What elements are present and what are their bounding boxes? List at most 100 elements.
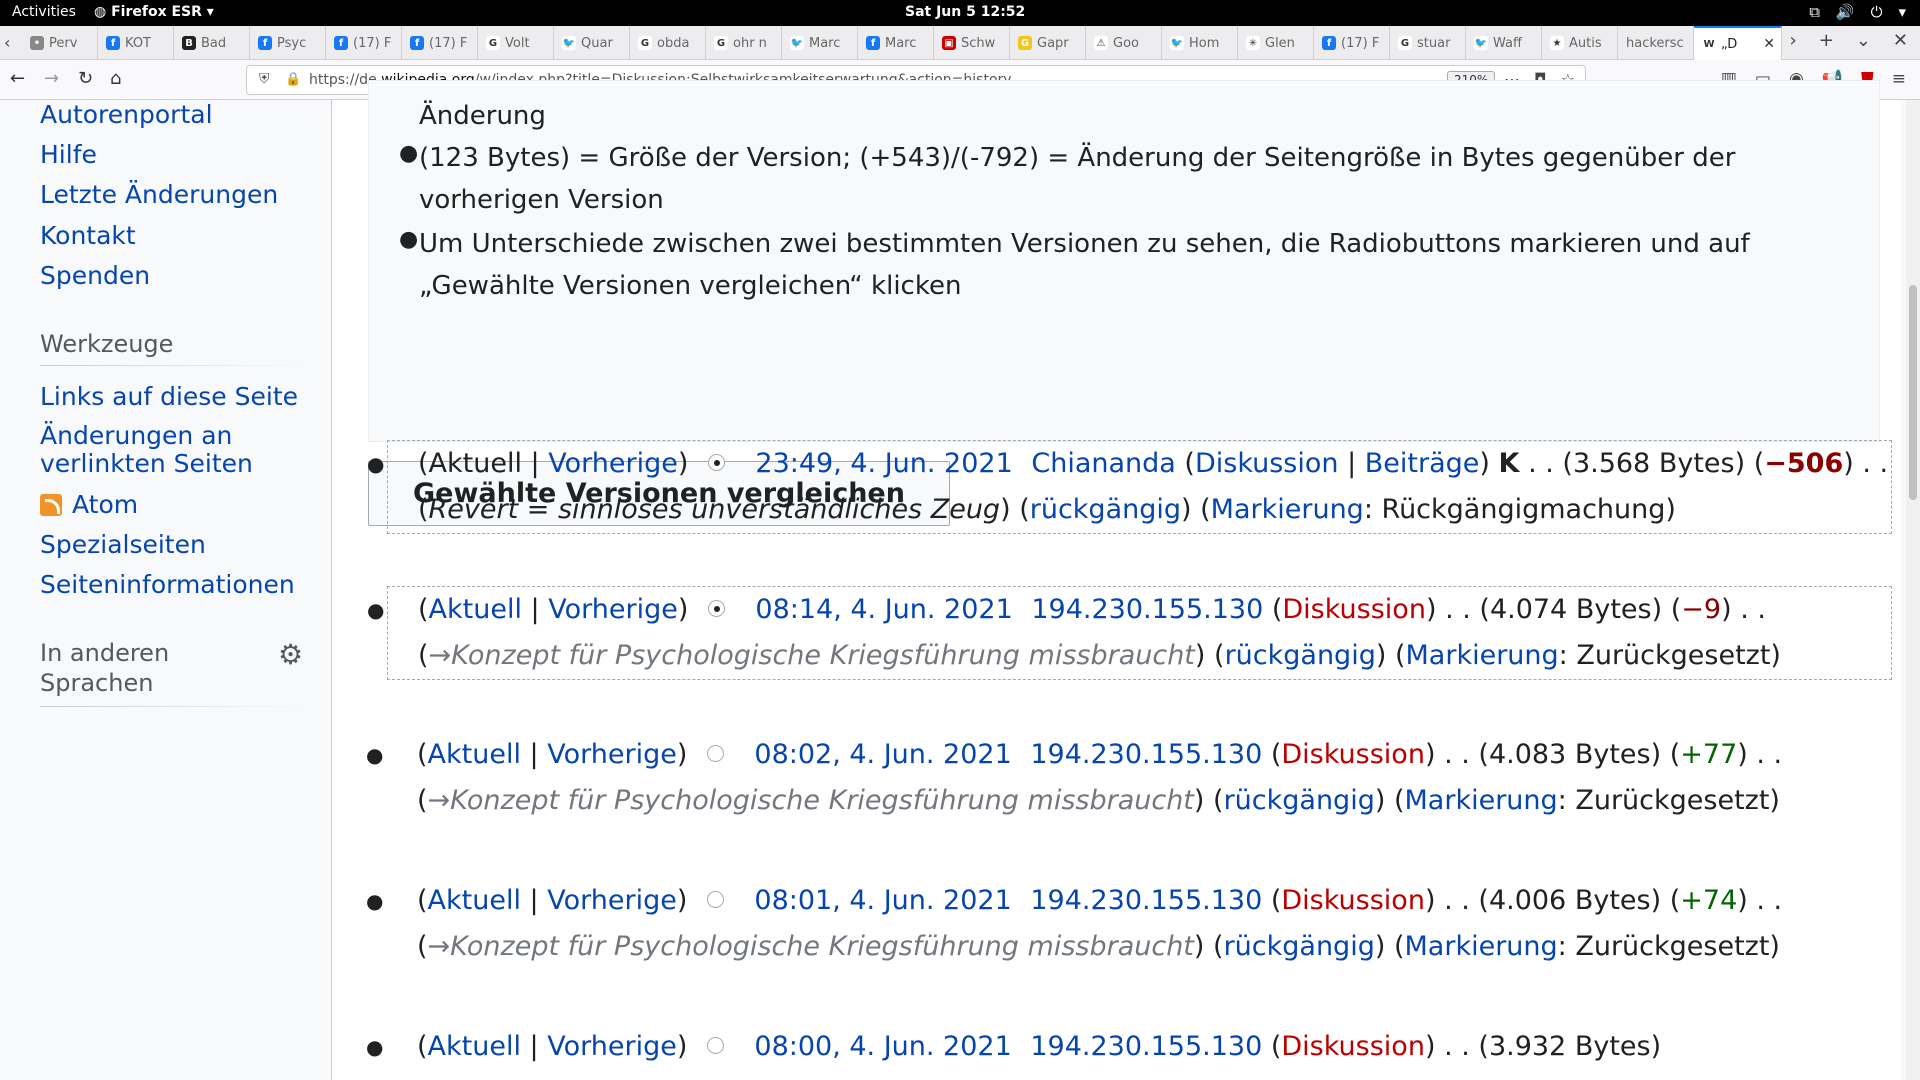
tag-link[interactable]: Markierung — [1405, 931, 1558, 962]
vorherige-link[interactable]: Vorherige — [548, 448, 678, 479]
aktuell-link[interactable]: Aktuell — [428, 739, 521, 770]
tag-link[interactable]: Markierung — [1406, 640, 1559, 671]
tracking-shield-icon[interactable]: ⛨ — [259, 71, 270, 87]
user-talk-link[interactable]: Diskussion — [1281, 1031, 1425, 1062]
activities-button[interactable]: Activities — [12, 4, 76, 20]
edit-comment: →Konzept für Psychologische Kriegsführun… — [427, 785, 1194, 816]
list-bullet: ● — [366, 1035, 384, 1059]
tab-active[interactable]: W „D ✕ — [1694, 26, 1782, 60]
tab-label: Volt — [505, 35, 530, 51]
app-menu[interactable]: ◍ Firefox ESR ▾ — [94, 4, 214, 20]
sidebar-item-spezialseiten[interactable]: Spezialseiten — [40, 530, 206, 559]
tab[interactable]: • Perv — [22, 26, 98, 60]
revision-date-link[interactable]: 08:02, 4. Jun. 2021 — [754, 739, 1011, 770]
revision-date-link[interactable]: 08:00, 4. Jun. 2021 — [754, 1031, 1011, 1062]
sidebar-item-letzte-aenderungen[interactable]: Letzte Änderungen — [40, 180, 278, 209]
tab[interactable]: ⚠ Goo — [1086, 26, 1162, 60]
scrollbar-thumb[interactable] — [1909, 285, 1917, 500]
undo-link[interactable]: rückgängig — [1224, 931, 1375, 962]
user-link[interactable]: Chiananda — [1031, 448, 1175, 479]
home-button[interactable]: ⌂ — [110, 68, 121, 89]
user-talk-link[interactable]: Diskussion — [1282, 594, 1426, 625]
undo-link[interactable]: rückgängig — [1030, 494, 1181, 525]
history-row: ● (Aktuell | Vorherige) 08:02, 4. Jun. 202… — [366, 732, 1892, 824]
tab[interactable]: ★ Autis — [1542, 26, 1618, 60]
revision-date-link[interactable]: 08:01, 4. Jun. 2021 — [754, 885, 1011, 916]
history-row-text: (Aktuell | Vorherige) 08:00, 4. Jun. 2021… — [417, 1031, 1662, 1062]
sidebar-item-aenderungen-verlinkt[interactable]: Änderungen an verlinkten Seiten — [40, 422, 300, 478]
user-talk-link[interactable]: Diskussion — [1281, 885, 1425, 916]
sidebar-item-atom[interactable]: Atom — [40, 490, 138, 519]
undo-link[interactable]: rückgängig — [1225, 640, 1376, 671]
clock[interactable]: Sat Jun 5 12:52 — [905, 4, 1025, 20]
version-radio-button[interactable] — [707, 891, 725, 908]
vorherige-link[interactable]: Vorherige — [548, 594, 678, 625]
list-bullet: ● — [366, 889, 384, 913]
tab[interactable]: f KOT — [98, 26, 174, 60]
tab[interactable]: 🐦 Hom — [1162, 26, 1238, 60]
all-tabs-button[interactable]: ⌄ — [1856, 30, 1871, 51]
tag-link[interactable]: Markierung — [1405, 785, 1558, 816]
undo-link[interactable]: rückgängig — [1224, 785, 1375, 816]
version-radio-button[interactable] — [707, 745, 725, 762]
new-tab-button[interactable]: + — [1819, 30, 1834, 51]
user-link[interactable]: 194.230.155.130 — [1031, 594, 1263, 625]
tab[interactable]: 🐦 Marc — [782, 26, 858, 60]
aktuell-link[interactable]: Aktuell — [428, 1031, 521, 1062]
sidebar-item-seiteninformationen[interactable]: Seiteninformationen — [40, 570, 295, 599]
tab[interactable]: ✳ Glen — [1238, 26, 1314, 60]
tab[interactable]: G Gapr — [1010, 26, 1086, 60]
sidebar-item-links-auf-diese-seite[interactable]: Links auf diese Seite — [40, 382, 298, 411]
tab[interactable]: f Psyc — [250, 26, 326, 60]
lock-icon[interactable]: 🔒 — [285, 72, 301, 87]
tab-label: obda — [657, 35, 690, 51]
tab[interactable]: 🐦 Waff — [1466, 26, 1542, 60]
tab[interactable]: f Marc — [858, 26, 934, 60]
back-button[interactable]: ← — [10, 68, 25, 89]
tab[interactable]: f (17) F — [326, 26, 402, 60]
user-link[interactable]: 194.230.155.130 — [1030, 885, 1262, 916]
vorherige-link[interactable]: Vorherige — [547, 1031, 677, 1062]
sidebar-item-hilfe[interactable]: Hilfe — [40, 140, 97, 169]
aktuell-link[interactable]: Aktuell — [428, 885, 521, 916]
sidebar-item-autorenportal[interactable]: Autorenportal — [40, 100, 213, 129]
sidebar-item-spenden[interactable]: Spenden — [40, 261, 150, 290]
close-tab-icon[interactable]: ✕ — [1763, 36, 1775, 52]
revision-date-link[interactable]: 23:49, 4. Jun. 2021 — [755, 448, 1012, 479]
tag-link[interactable]: Markierung — [1211, 494, 1364, 525]
gear-icon[interactable]: ⚙ — [278, 638, 303, 671]
version-radio-button[interactable] — [708, 600, 726, 617]
tab[interactable]: f (17) F — [1314, 26, 1390, 60]
tab[interactable]: Gohr n — [706, 26, 782, 60]
page-scrollbar[interactable] — [1906, 100, 1920, 1080]
tab-scroll-right-button[interactable]: › — [1790, 30, 1797, 51]
tab[interactable]: B Bad — [174, 26, 250, 60]
user-link[interactable]: 194.230.155.130 — [1030, 739, 1262, 770]
vorherige-link[interactable]: Vorherige — [547, 739, 677, 770]
version-radio-button[interactable] — [707, 1037, 725, 1054]
tab[interactable]: f (17) F — [402, 26, 478, 60]
google-icon: G — [638, 36, 652, 50]
reload-button[interactable]: ↻ — [78, 68, 93, 89]
aktuell-link[interactable]: Aktuell — [429, 594, 522, 625]
tab[interactable]: Gstuar — [1390, 26, 1466, 60]
revision-date-link[interactable]: 08:14, 4. Jun. 2021 — [755, 594, 1012, 625]
user-talk-link[interactable]: Diskussion — [1195, 448, 1339, 479]
user-talk-link[interactable]: Diskussion — [1281, 739, 1425, 770]
user-link[interactable]: 194.230.155.130 — [1030, 1031, 1262, 1062]
window-close-button[interactable]: ✕ — [1893, 30, 1908, 51]
forward-button[interactable]: → — [44, 68, 59, 89]
tab[interactable]: G Volt — [478, 26, 554, 60]
tab[interactable]: Gobda — [630, 26, 706, 60]
list-bullet: ● — [367, 452, 385, 476]
system-tray[interactable]: ⧉ 🔊 ⏻ ▾ — [1809, 3, 1906, 21]
vorherige-link[interactable]: Vorherige — [547, 885, 677, 916]
tab[interactable]: hackersc — [1618, 26, 1694, 60]
user-contribs-link[interactable]: Beiträge — [1365, 448, 1480, 479]
sidebar-item-kontakt[interactable]: Kontakt — [40, 221, 136, 250]
tab[interactable]: 🐦 Quar — [554, 26, 630, 60]
tab-scroll-left-button[interactable]: ‹ — [4, 33, 10, 52]
version-radio-button[interactable] — [708, 454, 726, 471]
menu-icon[interactable]: ≡ — [1892, 69, 1906, 89]
tab[interactable]: ▣ Schw — [934, 26, 1010, 60]
